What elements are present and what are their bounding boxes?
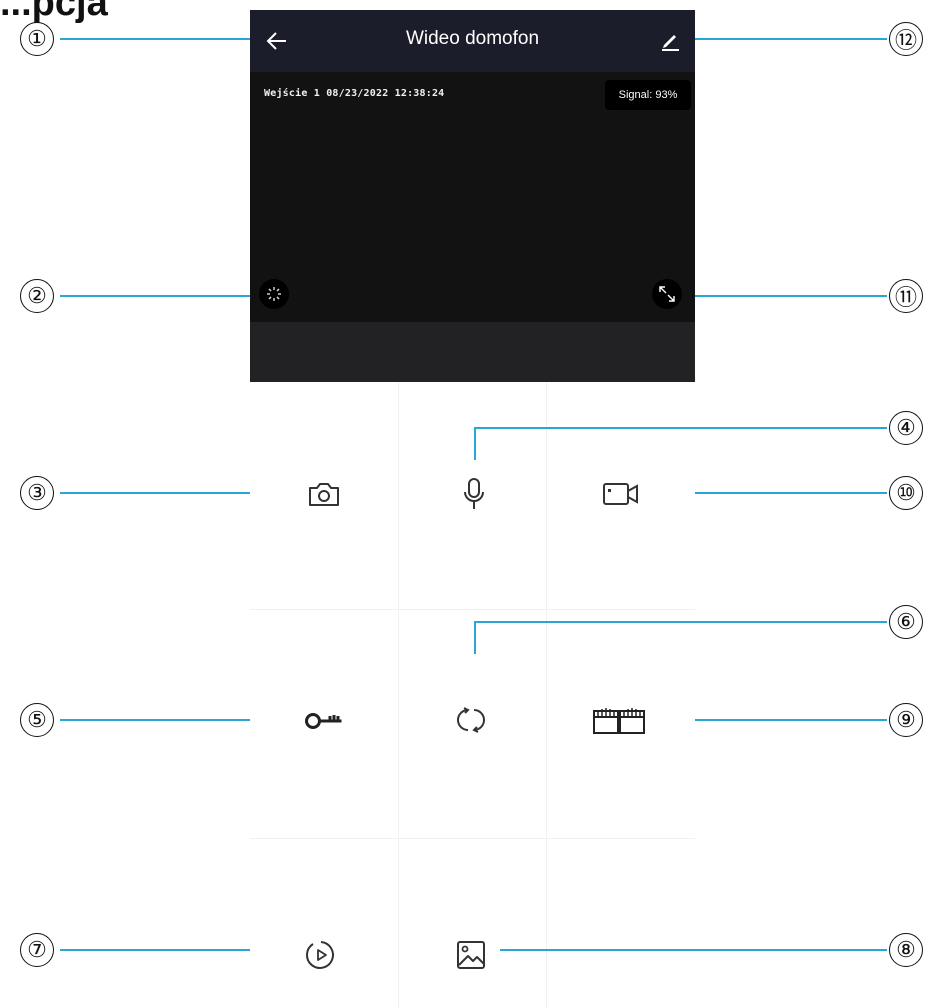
callout-number-7: ⑦ (20, 933, 54, 967)
callout-line-10 (695, 492, 887, 494)
video-stream[interactable]: Wejście 1 08/23/2022 12:38:24 Signal: 93… (250, 72, 695, 322)
callout-number-6: ⑥ (889, 605, 923, 639)
fullscreen-expand-icon (659, 286, 675, 302)
callout-number-10: ⑩ (889, 476, 923, 510)
playback-button[interactable] (291, 925, 351, 985)
callout-line-11 (695, 295, 887, 297)
callout-line-3 (60, 492, 250, 494)
grid-divider (398, 382, 399, 1008)
grid-divider (546, 382, 547, 1008)
loading-spinner-icon (267, 287, 281, 301)
playback-icon (306, 941, 334, 969)
microphone-button[interactable] (444, 464, 504, 524)
signal-badge: Signal: 93% (605, 80, 691, 110)
grid-divider (250, 609, 695, 610)
callout-number-9: ⑨ (889, 703, 923, 737)
callout-number-11: ⑪ (889, 279, 923, 313)
callout-line-9 (695, 719, 887, 721)
snapshot-button[interactable] (294, 464, 354, 524)
callout-number-1: ① (20, 22, 54, 56)
video-footer-bar (250, 322, 695, 382)
callout-line-2 (60, 295, 250, 297)
video-timestamp-overlay: Wejście 1 08/23/2022 12:38:24 (264, 88, 445, 99)
video-camera-icon (603, 483, 638, 505)
callout-number-5: ⑤ (20, 703, 54, 737)
record-button[interactable] (591, 464, 651, 524)
unlock-door-button[interactable] (294, 690, 354, 750)
callout-line-4 (475, 427, 887, 429)
callout-number-4: ④ (889, 411, 923, 445)
callout-line-4-vertical (474, 427, 476, 460)
callout-line-1 (60, 38, 250, 40)
microphone-icon (464, 478, 484, 509)
callout-line-5 (60, 719, 250, 721)
callout-number-2: ② (20, 279, 54, 313)
open-gate-button[interactable] (589, 690, 649, 750)
page-heading: ...pcja (0, 0, 108, 24)
callout-number-8: ⑧ (889, 933, 923, 967)
switch-camera-icon (457, 707, 485, 733)
key-icon (305, 713, 342, 729)
grid-divider (250, 838, 695, 839)
callout-number-12: ⑫ (889, 22, 923, 56)
callout-line-12 (695, 38, 887, 40)
camera-icon (309, 483, 339, 506)
image-icon (457, 941, 485, 969)
callout-line-6 (475, 621, 887, 623)
callout-line-8 (500, 949, 887, 951)
page-title: Wideo domofon (405, 28, 540, 49)
app-header: Wideo domofon (250, 10, 695, 72)
loading-spinner-button[interactable] (259, 279, 289, 309)
switch-camera-button[interactable] (441, 690, 501, 750)
callout-line-6-vertical (474, 621, 476, 654)
gate-icon (593, 708, 645, 734)
callout-number-3: ③ (20, 476, 54, 510)
pencil-icon[interactable] (659, 30, 681, 52)
gallery-button[interactable] (441, 925, 501, 985)
callout-line-7 (60, 949, 250, 951)
fullscreen-button[interactable] (652, 279, 682, 309)
